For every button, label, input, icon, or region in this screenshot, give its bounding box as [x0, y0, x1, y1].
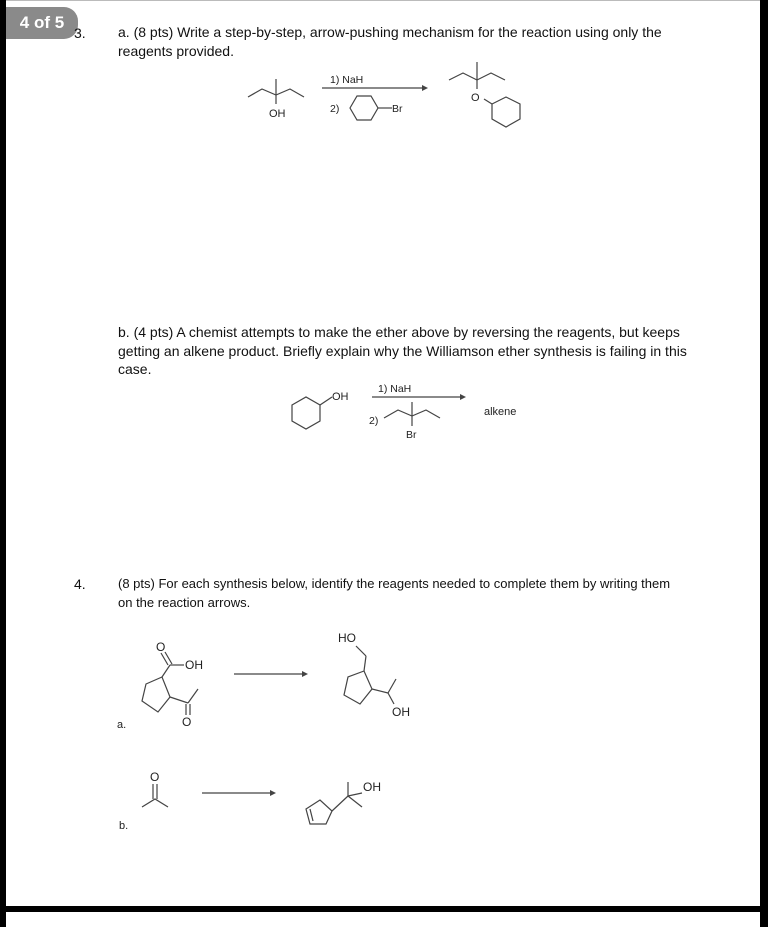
cyclohexyl-bromide-ring: [349, 95, 379, 121]
q3a-reactant-structure: OH: [247, 79, 305, 120]
chemistry-drawings: OH 1) NaH 2) Br O OH 1) NaH 2) Br alkene…: [117, 62, 521, 832]
q4a-acid-carbonyl-o: O: [156, 640, 165, 654]
q4b-carbonyl-o: O: [150, 770, 159, 784]
document-page: 4 of 5 3. a. (8 pts) Write a step-by-ste…: [6, 0, 760, 906]
q3b-reactant-structure: OH: [291, 391, 349, 430]
q4a-product-oh: OH: [392, 705, 410, 719]
q3b-reaction-arrow: 1) NaH 2) Br alkene: [369, 383, 516, 441]
q4b-reaction-arrow[interactable]: [202, 790, 276, 796]
q4b-reactant-structure: b. O: [119, 770, 169, 832]
q3a-reactant-oh-label: OH: [269, 108, 286, 120]
q4b-product-oh: OH: [363, 780, 381, 794]
q4a-ketone-o: O: [182, 715, 191, 729]
q4a-acid-oh: OH: [185, 658, 203, 672]
q3a-reagent-1: 1) NaH: [330, 74, 363, 86]
product-cyclohexyl-ring: [491, 96, 521, 128]
q3a-reagent-2-br-label: Br: [392, 103, 403, 115]
q3a-reagent-2-prefix: 2): [330, 103, 339, 115]
q4a-reaction-arrow[interactable]: [234, 671, 308, 677]
q3b-product-alkene: alkene: [484, 406, 516, 418]
q3b-reagent-1: 1) NaH: [378, 383, 411, 395]
q4a-label: a.: [117, 719, 126, 731]
q4a-reactant-structure: a. O OH O: [117, 640, 203, 731]
q3a-reaction-arrow: 1) NaH 2) Br: [322, 74, 428, 121]
q4b-label: b.: [119, 820, 128, 832]
q4b-product-structure: OH: [305, 780, 381, 825]
q3a-product-o-label: O: [471, 92, 480, 104]
q3b-reactant-oh-label: OH: [332, 391, 349, 403]
q3b-reagent-2-prefix: 2): [369, 415, 378, 427]
q4a-product-ho: HO: [338, 631, 356, 645]
next-page-top: [6, 912, 760, 927]
q3a-product-structure: O: [448, 62, 521, 128]
q4a-product-structure: HO OH: [338, 631, 410, 719]
q3b-reagent-2-br-label: Br: [406, 429, 417, 441]
